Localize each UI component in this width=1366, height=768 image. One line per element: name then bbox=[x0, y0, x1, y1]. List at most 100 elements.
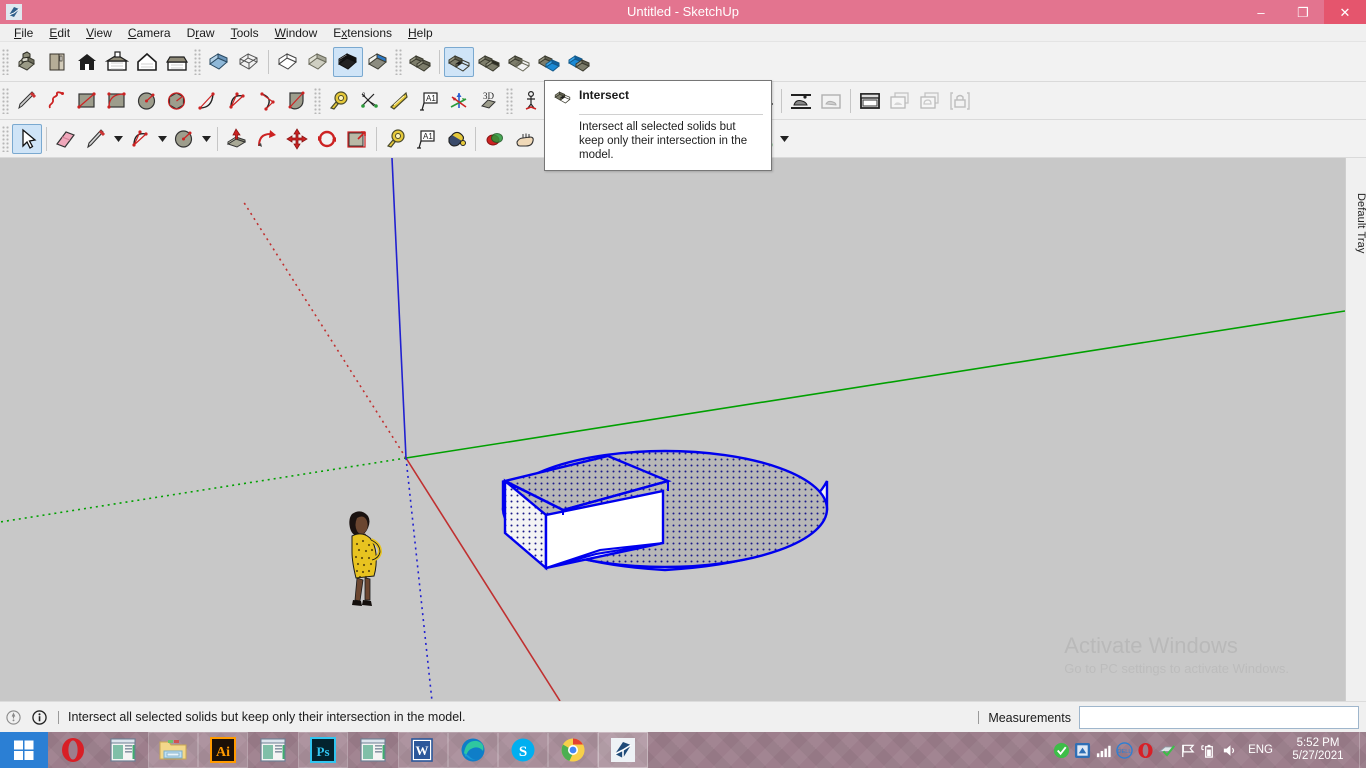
model-viewport[interactable]: Activate Windows Go to PC settings to ac… bbox=[0, 158, 1345, 701]
left-view-icon[interactable] bbox=[162, 47, 192, 77]
toolbar-grip[interactable] bbox=[2, 87, 10, 114]
opera-taskbar-icon[interactable] bbox=[48, 732, 98, 768]
opera-tray-icon[interactable] bbox=[1135, 732, 1156, 768]
scene-manager-icon[interactable] bbox=[855, 86, 885, 116]
polygon-icon[interactable] bbox=[162, 86, 192, 116]
protractor-icon[interactable] bbox=[384, 86, 414, 116]
line-icon[interactable] bbox=[12, 86, 42, 116]
menu-camera[interactable]: Camera bbox=[120, 24, 179, 42]
paint-bucket-icon[interactable] bbox=[441, 124, 471, 154]
menu-extensions[interactable]: Extensions bbox=[325, 24, 400, 42]
section-plane-icon[interactable] bbox=[786, 86, 816, 116]
iso-view-icon[interactable] bbox=[12, 47, 42, 77]
chevron-down-icon[interactable] bbox=[155, 125, 169, 153]
tape-measure-icon[interactable] bbox=[324, 86, 354, 116]
add-scene-icon[interactable] bbox=[885, 86, 915, 116]
chevron-down-icon[interactable] bbox=[777, 125, 791, 153]
display-section-icon[interactable] bbox=[816, 86, 846, 116]
arc-icon[interactable] bbox=[192, 86, 222, 116]
measurements-input[interactable] bbox=[1079, 706, 1359, 729]
default-tray-label[interactable]: Default Tray bbox=[1346, 166, 1366, 276]
front-view-icon[interactable] bbox=[72, 47, 102, 77]
xray-style-icon[interactable] bbox=[204, 47, 234, 77]
menu-tools[interactable]: Tools bbox=[223, 24, 267, 42]
app-window-taskbar-icon[interactable] bbox=[98, 732, 148, 768]
back-view-icon[interactable] bbox=[132, 47, 162, 77]
default-tray-panel[interactable]: Default Tray bbox=[1345, 158, 1366, 701]
shapes-tool-icon[interactable] bbox=[169, 124, 199, 154]
close-button[interactable]: ✕ bbox=[1324, 0, 1366, 24]
flag-tray-icon[interactable] bbox=[1177, 732, 1198, 768]
signal-bars-tray-icon[interactable] bbox=[1093, 732, 1114, 768]
pan-icon[interactable] bbox=[510, 124, 540, 154]
three-point-arc-icon[interactable] bbox=[252, 86, 282, 116]
toolbar-grip[interactable] bbox=[2, 125, 10, 152]
toolbar-grip[interactable] bbox=[194, 48, 202, 75]
dell-tray-icon[interactable]: DELL bbox=[1114, 732, 1135, 768]
chrome-taskbar-icon[interactable] bbox=[548, 732, 598, 768]
antivirus-check-tray-icon[interactable] bbox=[1156, 732, 1177, 768]
sketchup-taskbar-icon[interactable] bbox=[598, 732, 648, 768]
trim-icon[interactable] bbox=[534, 47, 564, 77]
orbit-icon[interactable] bbox=[480, 124, 510, 154]
menu-draw[interactable]: Draw bbox=[179, 24, 223, 42]
union-icon[interactable] bbox=[474, 47, 504, 77]
circle-icon[interactable] bbox=[132, 86, 162, 116]
monochrome-style-icon[interactable] bbox=[363, 47, 393, 77]
app-window2-taskbar-icon[interactable] bbox=[248, 732, 298, 768]
volume-tray-icon[interactable] bbox=[1219, 732, 1240, 768]
skype-taskbar-icon[interactable]: S bbox=[498, 732, 548, 768]
hiddenline-style-icon[interactable] bbox=[273, 47, 303, 77]
toolbar-grip[interactable] bbox=[314, 87, 322, 114]
file-explorer-taskbar-icon[interactable] bbox=[148, 732, 198, 768]
freehand-icon[interactable] bbox=[42, 86, 72, 116]
battery-tray-icon[interactable] bbox=[1198, 732, 1219, 768]
language-indicator[interactable]: ENG bbox=[1240, 744, 1281, 756]
select-tool-icon[interactable] bbox=[12, 123, 42, 154]
menu-edit[interactable]: Edit bbox=[41, 24, 78, 42]
follow-me-icon[interactable] bbox=[252, 124, 282, 154]
rotate-icon[interactable] bbox=[312, 124, 342, 154]
illustrator-taskbar-icon[interactable]: Ai bbox=[198, 732, 248, 768]
clock[interactable]: 5:52 PM 5/27/2021 bbox=[1281, 737, 1359, 763]
subtract-icon[interactable] bbox=[504, 47, 534, 77]
lock-icon[interactable] bbox=[945, 86, 975, 116]
check-circle-tray-icon[interactable] bbox=[1051, 732, 1072, 768]
top-view-icon[interactable] bbox=[42, 47, 72, 77]
toolbar-grip[interactable] bbox=[506, 87, 514, 114]
dimension-tool-icon[interactable]: A1 bbox=[411, 124, 441, 154]
scale-icon[interactable] bbox=[342, 124, 372, 154]
minimize-button[interactable]: – bbox=[1240, 0, 1282, 24]
edge-taskbar-icon[interactable] bbox=[448, 732, 498, 768]
position-camera-icon[interactable] bbox=[516, 86, 546, 116]
show-desktop-button[interactable] bbox=[1359, 732, 1366, 768]
chevron-down-icon[interactable] bbox=[111, 125, 125, 153]
three-d-text-icon[interactable]: 3D bbox=[474, 86, 504, 116]
shaded-texture-style-icon[interactable] bbox=[333, 46, 363, 77]
update-scene-icon[interactable] bbox=[915, 86, 945, 116]
menu-view[interactable]: View bbox=[78, 24, 120, 42]
intersect-icon[interactable] bbox=[444, 46, 474, 77]
shaded-style-icon[interactable] bbox=[303, 47, 333, 77]
pie-icon[interactable] bbox=[282, 86, 312, 116]
line-tool-icon[interactable] bbox=[81, 124, 111, 154]
menu-help[interactable]: Help bbox=[400, 24, 441, 42]
arc-tool-icon[interactable] bbox=[125, 124, 155, 154]
windows-start-icon[interactable] bbox=[0, 732, 48, 768]
dimension-icon[interactable] bbox=[444, 86, 474, 116]
axes-icon[interactable]: 3 bbox=[354, 86, 384, 116]
word-taskbar-icon[interactable]: W bbox=[398, 732, 448, 768]
rectangle-icon[interactable] bbox=[72, 86, 102, 116]
info-icon[interactable] bbox=[26, 704, 52, 730]
menu-file[interactable]: File bbox=[6, 24, 41, 42]
blue-app-tray-icon[interactable] bbox=[1072, 732, 1093, 768]
move-icon[interactable] bbox=[282, 124, 312, 154]
two-point-arc-icon[interactable] bbox=[222, 86, 252, 116]
chevron-down-icon[interactable] bbox=[199, 125, 213, 153]
app-window3-taskbar-icon[interactable] bbox=[348, 732, 398, 768]
split-icon[interactable] bbox=[564, 47, 594, 77]
photoshop-taskbar-icon[interactable]: Ps bbox=[298, 732, 348, 768]
right-view-icon[interactable] bbox=[102, 47, 132, 77]
toolbar-grip[interactable] bbox=[395, 48, 403, 75]
eraser-tool-icon[interactable] bbox=[51, 124, 81, 154]
